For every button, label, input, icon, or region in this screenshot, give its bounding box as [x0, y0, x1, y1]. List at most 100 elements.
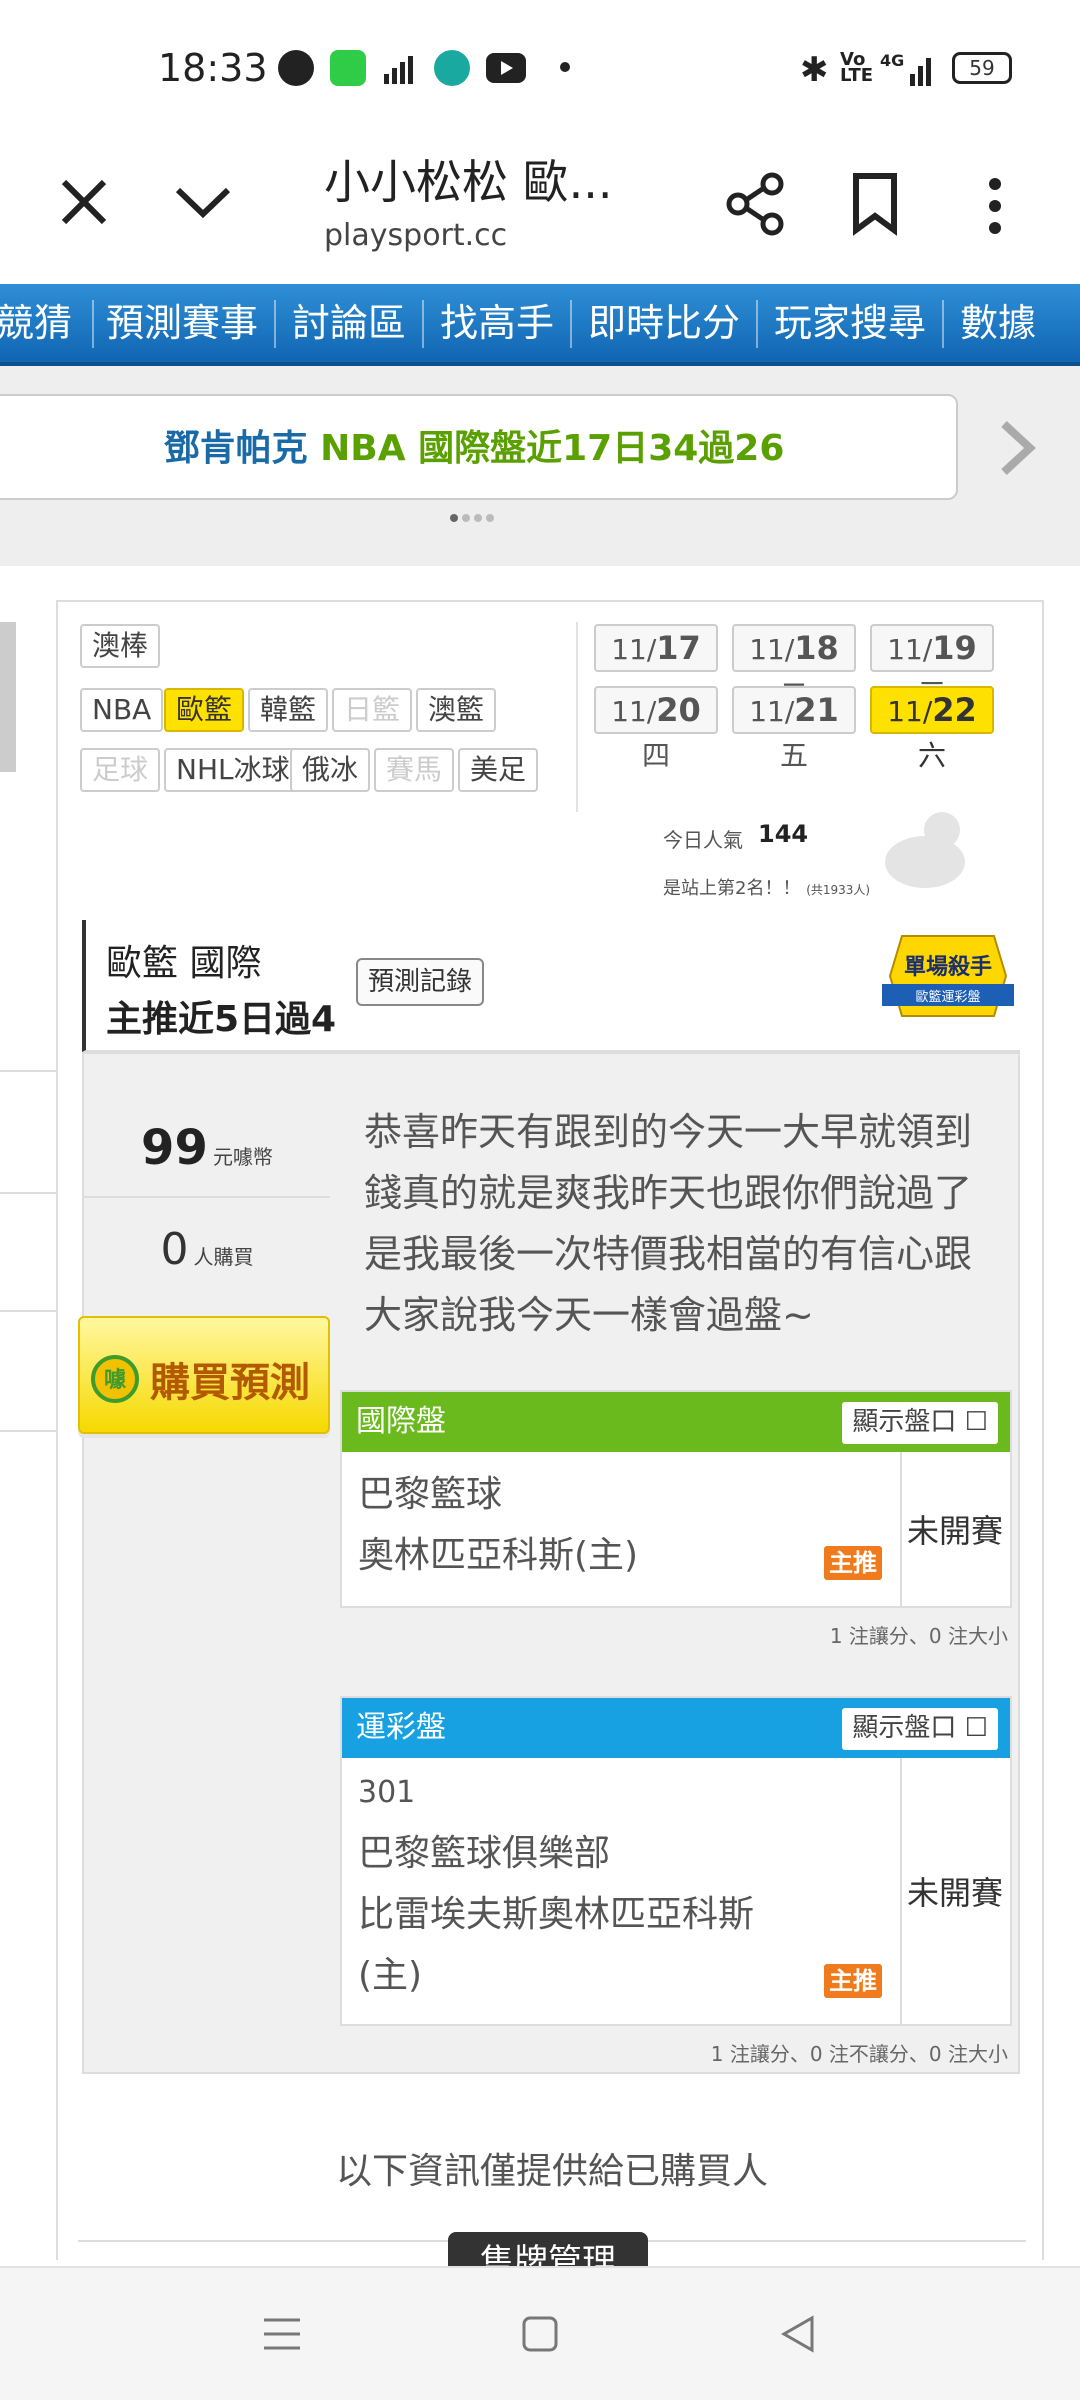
nav-divider — [570, 300, 572, 348]
status-bar: 18:33 ✱ Vo LTE 4G 59 — [0, 0, 1080, 136]
tag-horse-racing[interactable]: 賽馬 — [374, 748, 455, 792]
carousel-dot — [474, 514, 482, 522]
rank-total: (共1933人) — [806, 883, 871, 897]
close-icon[interactable] — [58, 176, 110, 228]
price-divider — [84, 1196, 330, 1198]
show-odds-toggle[interactable]: 顯示盤口 ☐ — [842, 1402, 998, 1444]
main-pick-badge: 主推 — [824, 1546, 882, 1580]
buy-prediction-button[interactable]: 噱 購買預測 — [78, 1316, 330, 1434]
lottery-odds-row: 301 巴黎籃球俱樂部 比雷埃夫斯奧林匹亞科斯 (主) 主推 未開賽 — [342, 1758, 1010, 2024]
prediction-comment: 恭喜昨天有跟到的今天一大早就領到錢真的就是爽我昨天也跟你們說過了是我最後一次特價… — [364, 1110, 973, 1337]
nav-divider — [274, 300, 276, 348]
share-icon[interactable] — [724, 172, 788, 236]
recent-apps-icon[interactable] — [262, 2314, 302, 2354]
svg-text:噱: 噱 — [104, 1368, 127, 1393]
buyers-line: 0 人購買 — [84, 1224, 330, 1275]
nav-item-forum[interactable]: 討論區 — [292, 292, 406, 347]
svg-text:單場殺手: 單場殺手 — [904, 954, 992, 980]
tags-divider — [576, 622, 578, 812]
show-odds-toggle[interactable]: 顯示盤口 ☐ — [842, 1708, 998, 1750]
lottery-team-cell: 301 巴黎籃球俱樂部 比雷埃夫斯奧林匹亞科斯 (主) — [342, 1758, 902, 2024]
date-button-selected[interactable]: 11/22 六 — [870, 686, 994, 772]
chevron-right-icon[interactable] — [992, 418, 1042, 478]
back-icon[interactable] — [778, 2314, 818, 2354]
main-pick-badge: 主推 — [824, 1964, 882, 1998]
more-vert-icon[interactable] — [980, 176, 1010, 236]
signal-chart-icon — [382, 50, 418, 86]
nav-divider — [422, 300, 424, 348]
carousel-dot — [486, 514, 494, 522]
prediction-record-button[interactable]: 預測記錄 — [356, 958, 485, 1006]
nav-item-player-search[interactable]: 玩家搜尋 — [774, 292, 926, 347]
site-nav: 競猜 預測賽事 討論區 找高手 即時比分 玩家搜尋 數據 — [0, 284, 1080, 366]
intl-bet-note: 1 注讓分、0 注大小 — [829, 1624, 1008, 1648]
intl-odds-title: 國際盤 — [356, 1404, 446, 1439]
price-line: 99 元噱幣 — [84, 1120, 330, 1176]
price-unit: 元噱幣 — [212, 1145, 273, 1169]
nav-divider — [92, 300, 94, 348]
banner-text: 鄧肯帕克 NBA 國際盤近17日34過26 — [0, 396, 956, 502]
tag-american-football[interactable]: 美足 — [458, 748, 539, 792]
left-divider — [0, 1070, 56, 1072]
banner-area: 鄧肯帕克 NBA 國際盤近17日34過26 — [0, 366, 1080, 566]
intl-team-cell: 巴黎籃球 奧林匹亞科斯(主) — [342, 1452, 902, 1606]
battery-level: 59 — [969, 56, 995, 80]
intl-away-team: 巴黎籃球 — [358, 1474, 503, 1515]
date-button[interactable]: 11/21 五 — [732, 686, 856, 772]
prediction-header: 歐籃 國際 主推近5日過4 預測記錄 單場殺手 歐籃運彩盤 — [82, 920, 1020, 1052]
tag-euro-basketball[interactable]: 歐籃 — [164, 688, 245, 732]
date-button[interactable]: 11/18 二 — [732, 624, 856, 710]
tag-nba[interactable]: NBA — [80, 688, 164, 732]
buy-button-label: 購買預測 — [150, 1360, 310, 1406]
nav-item-live-score[interactable]: 即時比分 — [588, 292, 740, 347]
left-column-fragment — [0, 600, 56, 2260]
prediction-title: 歐籃 國際 — [106, 943, 262, 984]
nav-item-guess[interactable]: 競猜 — [0, 292, 72, 347]
main-card: 澳棒 NBA 歐籃 韓籃 日籃 澳籃 足球 NHL冰球 俄冰 賽馬 美足 11/… — [56, 600, 1044, 2272]
line-app-icon — [278, 50, 314, 86]
banner-detail: NBA 國際盤近17日34過26 — [320, 428, 785, 469]
dot-indicator-icon — [560, 62, 570, 72]
intl-home-team: 奧林匹亞科斯(主) — [358, 1535, 639, 1576]
tag-russia-hockey[interactable]: 俄冰 — [290, 748, 371, 792]
lottery-bet-note: 1 注讓分、0 注不讓分、0 注大小 — [710, 2042, 1008, 2066]
home-icon[interactable] — [520, 2314, 560, 2354]
left-divider — [0, 1310, 56, 1312]
banner-card[interactable]: 鄧肯帕克 NBA 國際盤近17日34過26 — [0, 394, 958, 500]
lottery-match-status: 未開賽 — [906, 1874, 1003, 1912]
bookmark-icon[interactable] — [850, 172, 900, 236]
tag-nhl[interactable]: NHL冰球 — [164, 748, 302, 792]
nav-item-experts[interactable]: 找高手 — [440, 292, 554, 347]
tag-korea-basketball[interactable]: 韓籃 — [248, 688, 329, 732]
date-button[interactable]: 11/17 一 — [594, 624, 718, 710]
coin-icon: 噱 — [90, 1354, 140, 1404]
tag-soccer[interactable]: 足球 — [80, 748, 161, 792]
svg-text:4G: 4G — [880, 51, 904, 70]
tag-aus-baseball[interactable]: 澳棒 — [80, 624, 161, 668]
tag-japan-basketball[interactable]: 日籃 — [332, 688, 413, 732]
lottery-odds-table: 運彩盤 顯示盤口 ☐ 301 巴黎籃球俱樂部 比雷埃夫斯奧林匹亞科斯 (主) 主… — [340, 1696, 1012, 2026]
nav-divider — [756, 300, 758, 348]
page-url: playsport.cc — [324, 218, 508, 253]
green-app-icon — [330, 50, 366, 86]
page-title: 小小松松 歐... — [324, 155, 613, 209]
price-value: 99 — [141, 1120, 208, 1176]
intl-odds-row: 巴黎籃球 奧林匹亞科斯(主) 主推 未開賽 — [342, 1452, 1010, 1606]
status-time: 18:33 — [158, 46, 268, 90]
intl-odds-table: 國際盤 顯示盤口 ☐ 巴黎籃球 奧林匹亞科斯(主) 主推 未開賽 — [340, 1390, 1012, 1608]
svg-text:歐籃運彩盤: 歐籃運彩盤 — [915, 990, 980, 1005]
prediction-body: 99 元噱幣 0 人購買 噱 購買預測 恭喜昨天有跟到的今天一大早就領到錢真的就… — [78, 1052, 1020, 2074]
teal-app-icon — [434, 50, 470, 86]
date-button[interactable]: 11/19 三 — [870, 624, 994, 710]
lottery-odds-title: 運彩盤 — [356, 1710, 446, 1745]
buyers-unit: 人購買 — [193, 1245, 254, 1269]
date-button[interactable]: 11/20 四 — [594, 686, 718, 772]
tag-aus-basketball[interactable]: 澳籃 — [416, 688, 497, 732]
volte-icon: Vo LTE — [840, 49, 874, 86]
nav-item-predict[interactable]: 預測賽事 — [106, 292, 258, 347]
left-card-fragment — [0, 622, 16, 772]
nav-item-stats[interactable]: 數據 — [960, 292, 1036, 347]
system-nav-bar — [0, 2266, 1080, 2400]
chevron-down-icon[interactable] — [172, 182, 234, 222]
lottery-home-suffix: (主) — [358, 1955, 423, 1996]
